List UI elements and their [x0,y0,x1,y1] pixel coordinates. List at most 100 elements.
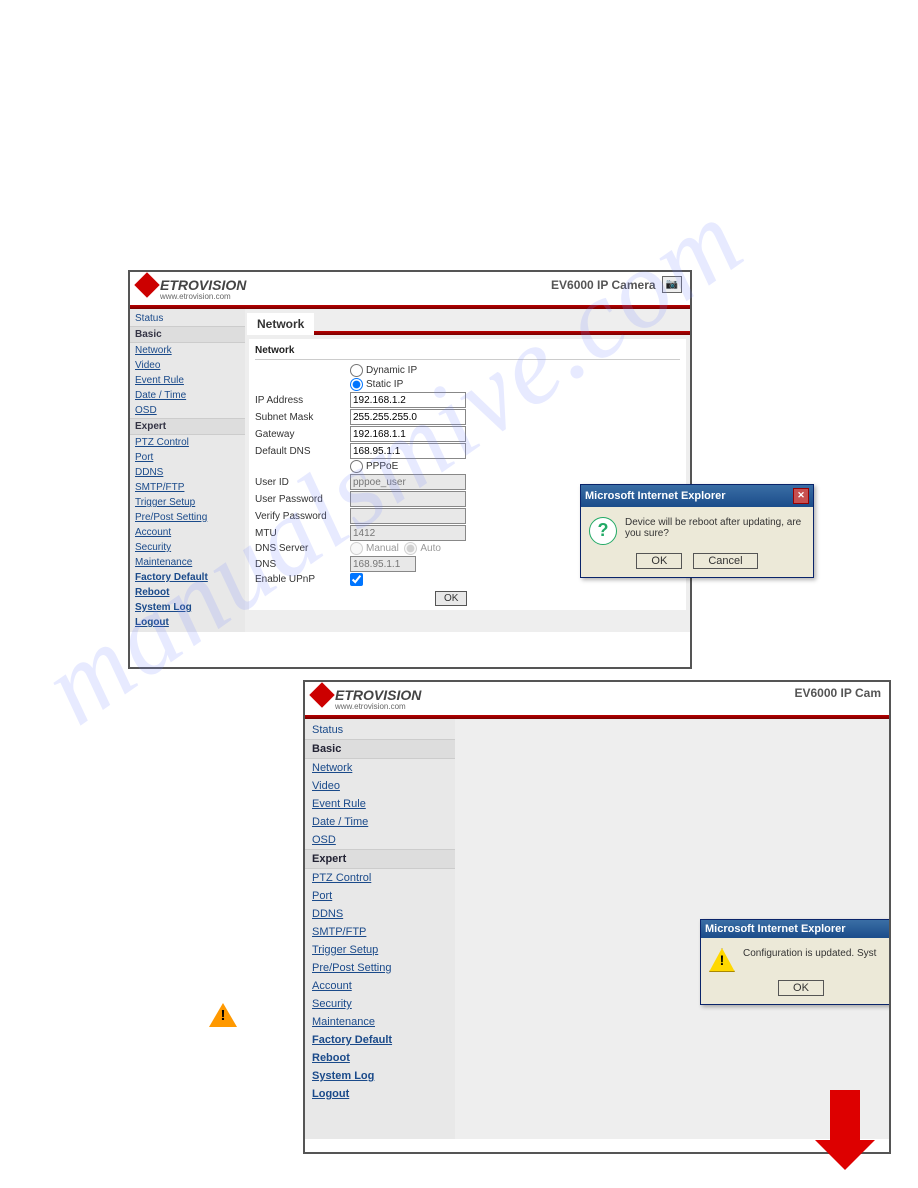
sidebar-item-prepost[interactable]: Pre/Post Setting [305,959,455,977]
input-mtu [350,525,466,541]
sidebar-item-trigger[interactable]: Trigger Setup [130,495,245,510]
dialog-message: Device will be reboot after updating, ar… [625,517,805,539]
dialog-title: Microsoft Internet Explorer [585,490,726,502]
input-user-password [350,491,466,507]
sidebar-item-video[interactable]: Video [305,777,455,795]
label-dns: DNS [255,559,350,570]
brand-url: www.etrovision.com [160,292,246,301]
input-default-dns[interactable] [350,443,466,459]
camera-model: EV6000 IP Camera [551,278,656,292]
input-ip-address[interactable] [350,392,466,408]
sidebar-item-osd[interactable]: OSD [130,403,245,418]
sidebar-item-smtp-ftp[interactable]: SMTP/FTP [130,480,245,495]
sidebar-item-ddns[interactable]: DDNS [130,465,245,480]
sidebar-item-account[interactable]: Account [305,977,455,995]
sidebar-factory-default[interactable]: Factory Default [305,1031,455,1049]
sidebar-item-network[interactable]: Network [305,759,455,777]
camera-icon[interactable]: 📷 [662,276,682,293]
label-dynamic-ip: Dynamic IP [366,365,417,376]
dialog-title: Microsoft Internet Explorer [705,923,846,935]
camera-model: EV6000 IP Cam [794,686,881,700]
label-auto: Auto [420,543,441,554]
sidebar-system-log[interactable]: System Log [130,600,245,615]
main-content: Network Network Dynamic IP Static IP IP … [245,309,690,632]
close-icon[interactable]: ✕ [793,488,809,504]
sidebar-item-port[interactable]: Port [305,887,455,905]
sidebar-item-date-time[interactable]: Date / Time [305,813,455,831]
sidebar-expert-header: Expert [305,849,455,869]
sidebar-item-network[interactable]: Network [130,343,245,358]
label-default-dns: Default DNS [255,446,350,457]
ok-button[interactable]: OK [435,591,467,606]
sidebar-item-ddns[interactable]: DDNS [305,905,455,923]
dialog-ok-button[interactable]: OK [636,553,682,569]
sidebar-item-osd[interactable]: OSD [305,831,455,849]
input-gateway[interactable] [350,426,466,442]
tab-network[interactable]: Network [247,313,314,335]
sidebar-system-log[interactable]: System Log [305,1067,455,1085]
sidebar-basic-header: Basic [305,739,455,759]
radio-static-ip[interactable] [350,378,363,391]
sidebar: Status Basic Network Video Event Rule Da… [305,719,455,1139]
radio-pppoe[interactable] [350,460,363,473]
warning-icon: ! [209,1003,237,1027]
sidebar-item-maintenance[interactable]: Maintenance [130,555,245,570]
sidebar-factory-default[interactable]: Factory Default [130,570,245,585]
sidebar-status[interactable]: Status [130,311,245,326]
sidebar-logout[interactable]: Logout [305,1085,455,1103]
sidebar-item-ptz[interactable]: PTZ Control [305,869,455,887]
sidebar-item-event-rule[interactable]: Event Rule [305,795,455,813]
sidebar-item-video[interactable]: Video [130,358,245,373]
label-user-password: User Password [255,494,350,505]
dialog-cancel-button[interactable]: Cancel [693,553,757,569]
input-verify-password [350,508,466,524]
dialog-message: Configuration is updated. Syst [743,948,876,959]
dialog-confirm-reboot: Microsoft Internet Explorer ✕ ? Device wi… [580,484,814,578]
brand-name: ETROVISION [335,687,421,703]
sidebar-item-maintenance[interactable]: Maintenance [305,1013,455,1031]
input-subnet[interactable] [350,409,466,425]
dialog-config-updated: Microsoft Internet Explorer Configuratio… [700,919,891,1005]
warning-icon [709,948,735,972]
input-user-id [350,474,466,490]
sidebar-expert-header: Expert [130,418,245,435]
label-subnet: Subnet Mask [255,412,350,423]
sidebar-item-prepost[interactable]: Pre/Post Setting [130,510,245,525]
question-icon: ? [589,517,617,545]
sidebar-item-event-rule[interactable]: Event Rule [130,373,245,388]
network-config-screenshot: ETROVISION www.etrovision.com EV6000 IP … [128,270,692,669]
brand-name: ETROVISION [160,277,246,293]
input-dns [350,556,416,572]
radio-dynamic-ip[interactable] [350,364,363,377]
dialog-ok-button[interactable]: OK [778,980,824,996]
sidebar-logout[interactable]: Logout [130,615,245,630]
sidebar-item-security[interactable]: Security [130,540,245,555]
sidebar-item-trigger[interactable]: Trigger Setup [305,941,455,959]
sidebar-item-port[interactable]: Port [130,450,245,465]
down-arrow-icon [815,1090,875,1170]
sidebar-item-security[interactable]: Security [305,995,455,1013]
label-ip-address: IP Address [255,395,350,406]
sidebar-reboot[interactable]: Reboot [305,1049,455,1067]
sidebar-item-date-time[interactable]: Date / Time [130,388,245,403]
label-user-id: User ID [255,477,350,488]
sidebar-reboot[interactable]: Reboot [130,585,245,600]
sidebar-status[interactable]: Status [305,721,455,739]
label-static-ip: Static IP [366,379,403,390]
form-section-title: Network [255,343,680,360]
label-gateway: Gateway [255,429,350,440]
tab-underline [314,331,690,335]
radio-dns-manual [350,542,363,555]
logo-icon [134,272,159,297]
sidebar-item-ptz[interactable]: PTZ Control [130,435,245,450]
logo: ETROVISION www.etrovision.com [138,276,246,301]
sidebar: Status Basic Network Video Event Rule Da… [130,309,245,632]
header: ETROVISION www.etrovision.com EV6000 IP … [130,272,690,305]
label-verify-password: Verify Password [255,511,350,522]
brand-url: www.etrovision.com [335,702,421,711]
sidebar-item-smtp-ftp[interactable]: SMTP/FTP [305,923,455,941]
checkbox-upnp[interactable] [350,573,363,586]
label-dns-server: DNS Server [255,543,350,554]
sidebar-item-account[interactable]: Account [130,525,245,540]
logo-icon [309,682,334,707]
